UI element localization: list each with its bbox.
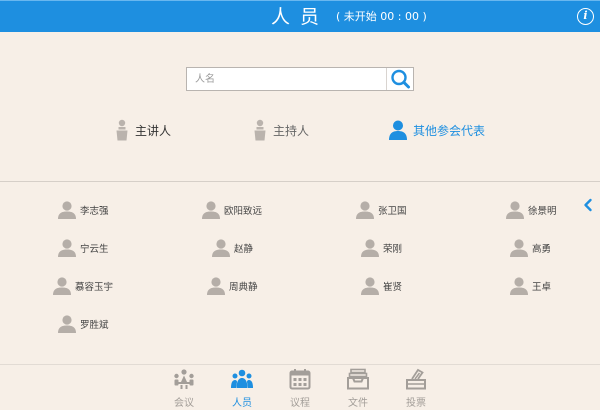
role-tab-other-delegates[interactable]: 其他参会代表 xyxy=(389,118,485,142)
participant-name: 张卫国 xyxy=(378,206,407,217)
meeting-status: ( 未开始 00 : 00 ) xyxy=(336,10,427,23)
avatar-icon xyxy=(58,201,76,219)
participant-item[interactable]: 赵静 xyxy=(212,238,253,258)
avatar-icon xyxy=(361,277,379,295)
participant-item[interactable]: 周典静 xyxy=(207,276,258,296)
host-icon xyxy=(254,119,266,141)
participant-item[interactable]: 罗胜斌 xyxy=(58,314,109,334)
calendar-icon xyxy=(289,369,311,390)
page-title: 人员 xyxy=(271,6,330,28)
nav-tab-agenda[interactable]: 议程 xyxy=(280,368,320,409)
participant-name: 徐景明 xyxy=(528,206,557,217)
participant-item[interactable]: 欧阳致远 xyxy=(202,200,262,220)
participant-item[interactable]: 徐景明 xyxy=(506,200,557,220)
nav-tab-label: 议程 xyxy=(290,398,310,409)
participant-name: 周典静 xyxy=(229,282,258,293)
role-tab-label: 主持人 xyxy=(273,123,310,138)
nav-tab-label: 文件 xyxy=(348,398,368,409)
chevron-left-icon[interactable] xyxy=(582,198,594,212)
vote-icon xyxy=(406,368,426,390)
speaker-icon xyxy=(116,119,128,141)
avatar-icon xyxy=(58,315,76,333)
meeting-icon xyxy=(174,369,194,389)
search-button[interactable] xyxy=(386,68,413,90)
avatar-icon xyxy=(356,201,374,219)
participant-name: 宁云生 xyxy=(80,244,109,255)
avatar-icon xyxy=(53,277,71,295)
nav-tab-label: 会议 xyxy=(174,398,194,409)
avatar-icon xyxy=(361,239,379,257)
participant-item[interactable]: 崔贤 xyxy=(361,276,402,296)
participant-item[interactable]: 张卫国 xyxy=(356,200,407,220)
participant-item[interactable]: 慕容玉宇 xyxy=(53,276,113,296)
info-button[interactable]: i xyxy=(577,8,594,25)
nav-tab-people[interactable]: 人员 xyxy=(222,368,262,409)
participant-item[interactable]: 高勇 xyxy=(510,238,551,258)
person-icon xyxy=(389,120,407,140)
people-icon xyxy=(231,369,253,388)
participant-item[interactable]: 李志强 xyxy=(58,200,109,220)
participant-name: 王卓 xyxy=(532,282,552,293)
role-tab-label: 其他参会代表 xyxy=(413,123,486,138)
nav-tab-label: 人员 xyxy=(232,398,252,409)
search-input[interactable] xyxy=(187,68,385,90)
role-tab-label: 主讲人 xyxy=(135,123,172,138)
participant-name: 罗胜斌 xyxy=(80,320,109,331)
participant-name: 高勇 xyxy=(532,244,552,255)
avatar-icon xyxy=(510,277,528,295)
participant-name: 李志强 xyxy=(80,206,109,217)
bottom-divider xyxy=(0,364,600,365)
nav-tab-meeting[interactable]: 会议 xyxy=(164,368,204,409)
participant-item[interactable]: 王卓 xyxy=(510,276,551,296)
section-divider xyxy=(0,181,600,182)
participant-name: 荣刚 xyxy=(383,244,403,255)
avatar-icon xyxy=(510,239,528,257)
avatar-icon xyxy=(58,239,76,257)
participant-item[interactable]: 荣刚 xyxy=(361,238,402,258)
top-bar: 人员 ( 未开始 00 : 00 ) i xyxy=(0,0,600,32)
nav-tab-label: 投票 xyxy=(406,398,426,409)
nav-tab-files[interactable]: 文件 xyxy=(338,368,378,409)
participant-name: 赵静 xyxy=(234,244,254,255)
search-icon xyxy=(391,69,410,89)
avatar-icon xyxy=(202,201,220,219)
role-tab-speaker[interactable]: 主讲人 xyxy=(115,118,171,142)
search-box xyxy=(186,67,414,91)
nav-tab-vote[interactable]: 投票 xyxy=(396,368,436,409)
participant-item[interactable]: 宁云生 xyxy=(58,238,109,258)
avatar-icon xyxy=(207,277,225,295)
participant-name: 欧阳致远 xyxy=(224,206,263,217)
file-tray-icon xyxy=(347,368,369,390)
participant-name: 慕容玉宇 xyxy=(75,282,114,293)
avatar-icon xyxy=(506,201,524,219)
avatar-icon xyxy=(212,239,230,257)
participant-name: 崔贤 xyxy=(383,282,403,293)
role-tab-host[interactable]: 主持人 xyxy=(253,118,309,142)
